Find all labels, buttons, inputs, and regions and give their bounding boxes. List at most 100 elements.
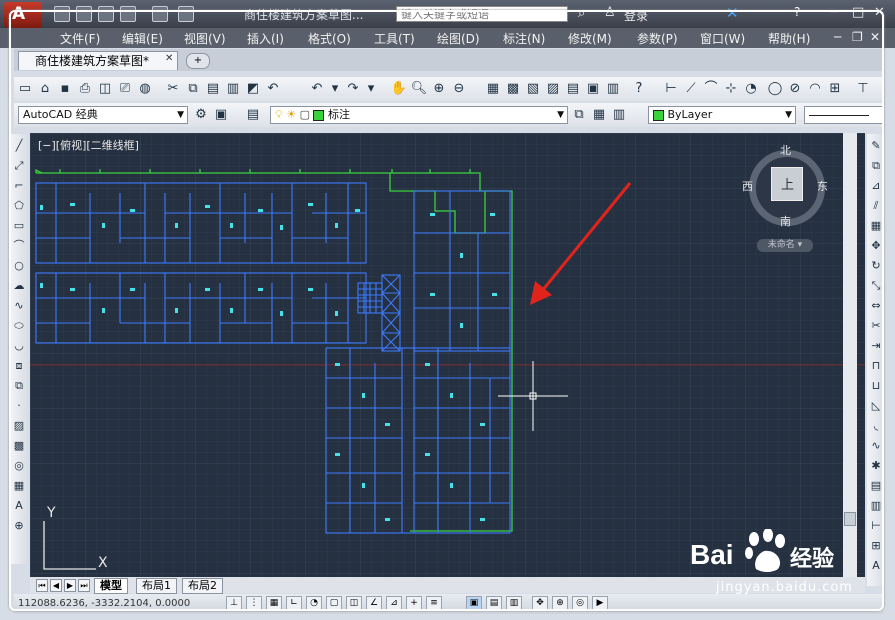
vertical-scroll-thumb[interactable] [844, 512, 856, 526]
plot-preview-icon[interactable]: ◫ [96, 80, 114, 98]
erase-icon[interactable]: ✎ [868, 138, 884, 154]
redo-dropdown-icon[interactable]: ▾ [362, 80, 380, 98]
document-tab[interactable]: 商住楼建筑方案草图* [18, 51, 178, 70]
compass-east[interactable]: 东 [817, 178, 828, 194]
workspace-select[interactable]: AutoCAD 经典 ▼ [18, 106, 188, 124]
new-file-icon[interactable] [54, 6, 70, 22]
showmotion-icon[interactable]: ▶ [592, 596, 608, 611]
sheet-set-icon[interactable]: ▨ [544, 80, 562, 98]
ucs-menu[interactable]: 未命名 ▾ [757, 239, 813, 252]
properties-panel-icon[interactable]: ▤ [868, 478, 884, 494]
menu-close-icon[interactable]: ✕ [870, 30, 880, 44]
construction-line-icon[interactable]: ⤢ [11, 158, 27, 174]
zoom-realtime-icon[interactable]: 🔍︎ [410, 80, 428, 98]
array-icon[interactable]: ▦ [868, 218, 884, 234]
quick-view-drawings-icon[interactable]: ▥ [506, 596, 522, 611]
minimize-icon[interactable]: ─ [830, 5, 838, 20]
open-icon[interactable]: ⌂ [36, 80, 54, 98]
offset-icon[interactable]: ⫽ [868, 198, 884, 214]
linear-dimension-icon[interactable]: ⊢ [662, 80, 680, 98]
circle-icon[interactable]: ○ [11, 258, 27, 274]
menu-minimize-icon[interactable]: ─ [834, 30, 841, 44]
point-icon[interactable]: · [11, 398, 27, 414]
dynamic-input-icon[interactable]: + [406, 596, 422, 611]
calculator-icon[interactable]: ▥ [604, 80, 622, 98]
stretch-icon[interactable]: ⇔ [868, 298, 884, 314]
menu-view[interactable]: 视图(V) [184, 30, 226, 47]
layer-tool-icon[interactable]: ▥ [868, 498, 884, 514]
scale-icon[interactable]: ⤡ [868, 278, 884, 294]
multiline-text-icon[interactable]: A [11, 498, 27, 514]
open-file-icon[interactable] [76, 6, 92, 22]
grid-display-icon[interactable]: ▦ [266, 596, 282, 611]
search-input[interactable]: 键入关键字或短语 [396, 6, 568, 22]
rotate-icon[interactable]: ↻ [868, 258, 884, 274]
extend-icon[interactable]: ⇥ [868, 338, 884, 354]
layer-state-icon[interactable]: ▥ [610, 106, 628, 124]
zoom-window-icon[interactable]: ⊕ [430, 80, 448, 98]
close-icon[interactable]: ✕ [874, 5, 885, 20]
zoom-previous-icon[interactable]: ⊖ [450, 80, 468, 98]
baseline-icon[interactable]: ⊤ [854, 80, 872, 98]
menu-format[interactable]: 格式(O) [308, 30, 351, 47]
infer-constraints-icon[interactable]: ⊥ [226, 596, 242, 611]
arc-length-icon[interactable]: ⌒ [702, 80, 720, 98]
angular-icon[interactable]: ◠ [806, 80, 824, 98]
workspace-settings-icon[interactable]: ⚙ [192, 106, 210, 124]
menu-insert[interactable]: 插入(I) [247, 30, 284, 47]
menu-draw[interactable]: 绘图(D) [437, 30, 480, 47]
model-space-icon[interactable]: ▣ [466, 596, 482, 611]
diameter-icon[interactable]: ⊘ [786, 80, 804, 98]
mirror-icon[interactable]: ⊿ [868, 178, 884, 194]
save-as-icon[interactable] [120, 6, 136, 22]
compass-north[interactable]: 北 [780, 142, 791, 158]
ortho-mode-icon[interactable]: ∟ [286, 596, 302, 611]
properties-icon[interactable]: ▦ [484, 80, 502, 98]
paste-icon[interactable]: ▤ [204, 80, 222, 98]
object-snap-icon[interactable]: ▢ [326, 596, 342, 611]
arc-icon[interactable]: ⌒ [11, 238, 27, 254]
line-icon[interactable]: ╱ [11, 138, 27, 154]
pan-icon[interactable]: ✋ [390, 80, 408, 98]
color-select[interactable]: ByLayer ▼ [648, 106, 796, 124]
first-tab-icon[interactable]: ⏮ [36, 579, 48, 592]
menu-parameters[interactable]: 参数(P) [637, 30, 678, 47]
lineweight-icon[interactable]: ≡ [426, 596, 442, 611]
print-toolbar-icon[interactable]: ⎙ [76, 80, 94, 98]
break-icon[interactable]: ⊓ [868, 358, 884, 374]
prev-tab-icon[interactable]: ◀ [50, 579, 62, 592]
help-icon[interactable]: ? [794, 5, 800, 19]
gradient-icon[interactable]: ▩ [11, 438, 27, 454]
design-center-icon[interactable]: ▩ [504, 80, 522, 98]
publish-icon[interactable]: ◍ [136, 80, 154, 98]
revision-cloud-icon[interactable]: ☁ [11, 278, 27, 294]
ellipse-icon[interactable]: ⬭ [11, 318, 27, 334]
blend-icon[interactable]: ∿ [868, 438, 884, 454]
hatch-icon[interactable]: ▨ [11, 418, 27, 434]
move-icon[interactable]: ✥ [868, 238, 884, 254]
pan-status-icon[interactable]: ✥ [532, 596, 548, 611]
compass-west[interactable]: 西 [742, 178, 753, 194]
polygon-icon[interactable]: ⬠ [11, 198, 27, 214]
make-block-icon[interactable]: ⧉ [11, 378, 27, 394]
rectangle-icon[interactable]: ▭ [11, 218, 27, 234]
steering-wheel-icon[interactable]: ◎ [572, 596, 588, 611]
search-icon[interactable]: ⌕ [578, 6, 585, 21]
radius-icon[interactable]: ◔ [742, 80, 760, 98]
table-icon[interactable]: ▦ [11, 478, 27, 494]
text-style-icon[interactable]: A [868, 558, 884, 574]
copy-object-icon[interactable]: ⧉ [868, 158, 884, 174]
tab-close-icon[interactable]: ✕ [165, 53, 173, 64]
join-icon[interactable]: ⊔ [868, 378, 884, 394]
tab-layout1[interactable]: 布局1 [136, 578, 177, 594]
save-toolbar-icon[interactable]: ▪ [56, 80, 74, 98]
drawing-canvas[interactable]: Y X [30, 133, 865, 577]
region-icon[interactable]: ◎ [11, 458, 27, 474]
menu-help[interactable]: 帮助(H) [768, 30, 810, 47]
vertical-scrollbar[interactable] [843, 133, 857, 577]
explode-icon[interactable]: ✱ [868, 458, 884, 474]
polyline-icon[interactable]: ⌐ [11, 178, 27, 194]
menu-file[interactable]: 文件(F) [60, 30, 100, 47]
spline-icon[interactable]: ∿ [11, 298, 27, 314]
menu-dimension[interactable]: 标注(N) [503, 30, 545, 47]
